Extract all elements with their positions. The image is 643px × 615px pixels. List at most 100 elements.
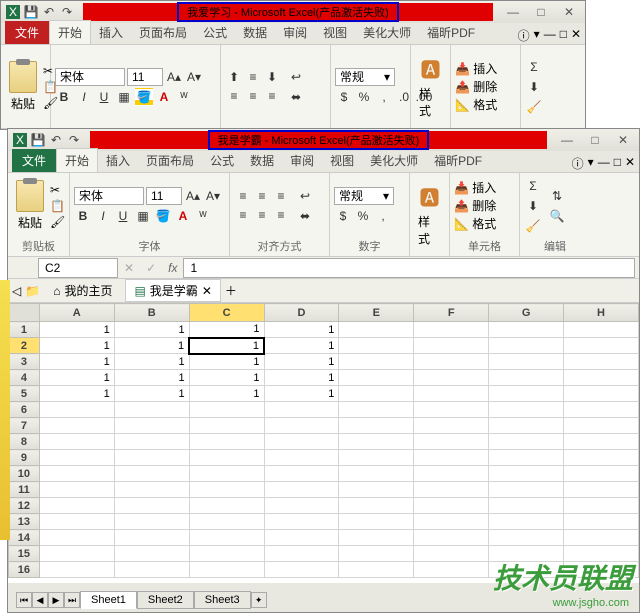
align-left-icon[interactable]: ≡ bbox=[234, 206, 252, 224]
cell[interactable] bbox=[114, 450, 189, 466]
underline-button[interactable]: U bbox=[114, 207, 132, 225]
help-icon[interactable]: ⓘ bbox=[518, 27, 530, 44]
cell[interactable] bbox=[39, 434, 114, 450]
add-tab-icon[interactable]: ＋ bbox=[225, 282, 237, 299]
tab-view[interactable]: 视图 bbox=[315, 21, 355, 44]
cell[interactable] bbox=[564, 338, 639, 354]
excel-icon[interactable]: X bbox=[5, 4, 21, 20]
minimize-icon[interactable]: — bbox=[555, 132, 579, 148]
align-top-icon[interactable]: ⬆ bbox=[225, 68, 243, 86]
cell[interactable] bbox=[414, 322, 489, 338]
excel-icon[interactable]: X bbox=[12, 132, 28, 148]
wrap-text-icon[interactable]: ↩ bbox=[287, 68, 305, 86]
phonetic-icon[interactable]: ᵂ bbox=[175, 88, 193, 106]
row-header[interactable]: 1 bbox=[9, 322, 40, 338]
cell[interactable] bbox=[264, 434, 339, 450]
tab-pdf[interactable]: 福昕PDF bbox=[426, 149, 490, 172]
autosum-icon[interactable]: Σ bbox=[524, 177, 542, 195]
cell[interactable] bbox=[489, 338, 564, 354]
cell[interactable] bbox=[564, 498, 639, 514]
font-size-combo[interactable]: 11 bbox=[146, 187, 182, 205]
cell[interactable]: 1 bbox=[114, 338, 189, 354]
cell[interactable] bbox=[114, 546, 189, 562]
cell[interactable]: 1 bbox=[39, 354, 114, 370]
tab-pdf[interactable]: 福昕PDF bbox=[419, 21, 483, 44]
save-icon[interactable]: 💾 bbox=[23, 4, 39, 20]
cell[interactable] bbox=[414, 402, 489, 418]
cell[interactable] bbox=[189, 402, 264, 418]
cell[interactable] bbox=[264, 482, 339, 498]
cell[interactable] bbox=[264, 498, 339, 514]
cell[interactable] bbox=[564, 514, 639, 530]
cell[interactable] bbox=[39, 530, 114, 546]
row-header[interactable]: 14 bbox=[9, 530, 40, 546]
comma-icon[interactable]: , bbox=[374, 207, 392, 225]
cell[interactable] bbox=[339, 450, 414, 466]
inner-min-icon[interactable]: — bbox=[598, 155, 610, 172]
find-icon[interactable]: 🔍 bbox=[548, 207, 566, 225]
cell[interactable]: 1 bbox=[39, 386, 114, 402]
insert-cells-button[interactable]: 📥 插入 bbox=[454, 179, 496, 196]
sheet-nav-first-icon[interactable]: ⏮ bbox=[16, 592, 32, 608]
increase-font-icon[interactable]: A▴ bbox=[165, 68, 183, 86]
cell[interactable]: 1 bbox=[264, 354, 339, 370]
align-center-icon[interactable]: ≡ bbox=[244, 87, 262, 105]
row-header[interactable]: 7 bbox=[9, 418, 40, 434]
cell[interactable] bbox=[339, 402, 414, 418]
paste-button[interactable]: 粘贴 bbox=[5, 59, 41, 114]
bold-button[interactable]: B bbox=[55, 88, 73, 106]
cell[interactable]: 1 bbox=[114, 370, 189, 386]
cell[interactable] bbox=[39, 418, 114, 434]
cell[interactable] bbox=[414, 482, 489, 498]
cell[interactable] bbox=[414, 466, 489, 482]
align-middle-icon[interactable]: ≡ bbox=[253, 187, 271, 205]
align-bottom-icon[interactable]: ⬇ bbox=[263, 68, 281, 86]
row-header[interactable]: 10 bbox=[9, 466, 40, 482]
cell[interactable] bbox=[414, 498, 489, 514]
tab-data[interactable]: 数据 bbox=[242, 149, 282, 172]
format-cells-button[interactable]: 📐 格式 bbox=[454, 215, 496, 232]
cell[interactable] bbox=[564, 482, 639, 498]
tab-review[interactable]: 审阅 bbox=[282, 149, 322, 172]
cell[interactable] bbox=[339, 386, 414, 402]
sheet-nav-last-icon[interactable]: ⏭ bbox=[64, 592, 80, 608]
close-icon[interactable]: ✕ bbox=[611, 132, 635, 148]
row-header[interactable]: 8 bbox=[9, 434, 40, 450]
cell[interactable] bbox=[339, 370, 414, 386]
cell[interactable] bbox=[339, 562, 414, 578]
cell[interactable] bbox=[489, 450, 564, 466]
cell[interactable] bbox=[414, 370, 489, 386]
collapse-ribbon-icon[interactable]: ▾ bbox=[534, 27, 540, 44]
comma-icon[interactable]: , bbox=[375, 88, 393, 106]
cell[interactable] bbox=[39, 498, 114, 514]
cell[interactable] bbox=[489, 402, 564, 418]
cell[interactable] bbox=[114, 466, 189, 482]
cell[interactable]: 1 bbox=[264, 322, 339, 338]
cell[interactable] bbox=[264, 418, 339, 434]
cell[interactable] bbox=[339, 514, 414, 530]
cell[interactable] bbox=[189, 498, 264, 514]
cell[interactable] bbox=[564, 402, 639, 418]
cell[interactable] bbox=[339, 466, 414, 482]
close-icon[interactable]: ✕ bbox=[557, 4, 581, 20]
collapse-ribbon-icon[interactable]: ▾ bbox=[588, 155, 594, 172]
cell[interactable]: 1 bbox=[189, 338, 264, 354]
save-icon[interactable]: 💾 bbox=[30, 132, 46, 148]
row-header[interactable]: 3 bbox=[9, 354, 40, 370]
tab-home[interactable]: 开始 bbox=[49, 20, 91, 44]
cell[interactable] bbox=[339, 418, 414, 434]
sheet-nav-prev-icon[interactable]: ◀ bbox=[32, 592, 48, 608]
cell[interactable]: 1 bbox=[189, 370, 264, 386]
cell[interactable] bbox=[489, 482, 564, 498]
spreadsheet-grid[interactable]: ABCDEFGH11111211113111141111511116789101… bbox=[8, 303, 639, 583]
font-color-icon[interactable]: A bbox=[155, 88, 173, 106]
tab-formula[interactable]: 公式 bbox=[195, 21, 235, 44]
cell[interactable]: 1 bbox=[114, 354, 189, 370]
cell[interactable] bbox=[39, 514, 114, 530]
tab-home[interactable]: 开始 bbox=[56, 148, 98, 172]
italic-button[interactable]: I bbox=[94, 207, 112, 225]
bold-button[interactable]: B bbox=[74, 207, 92, 225]
fill-color-icon[interactable]: 🪣 bbox=[154, 207, 172, 225]
cell[interactable] bbox=[39, 402, 114, 418]
fx-icon[interactable]: fx bbox=[162, 261, 183, 275]
